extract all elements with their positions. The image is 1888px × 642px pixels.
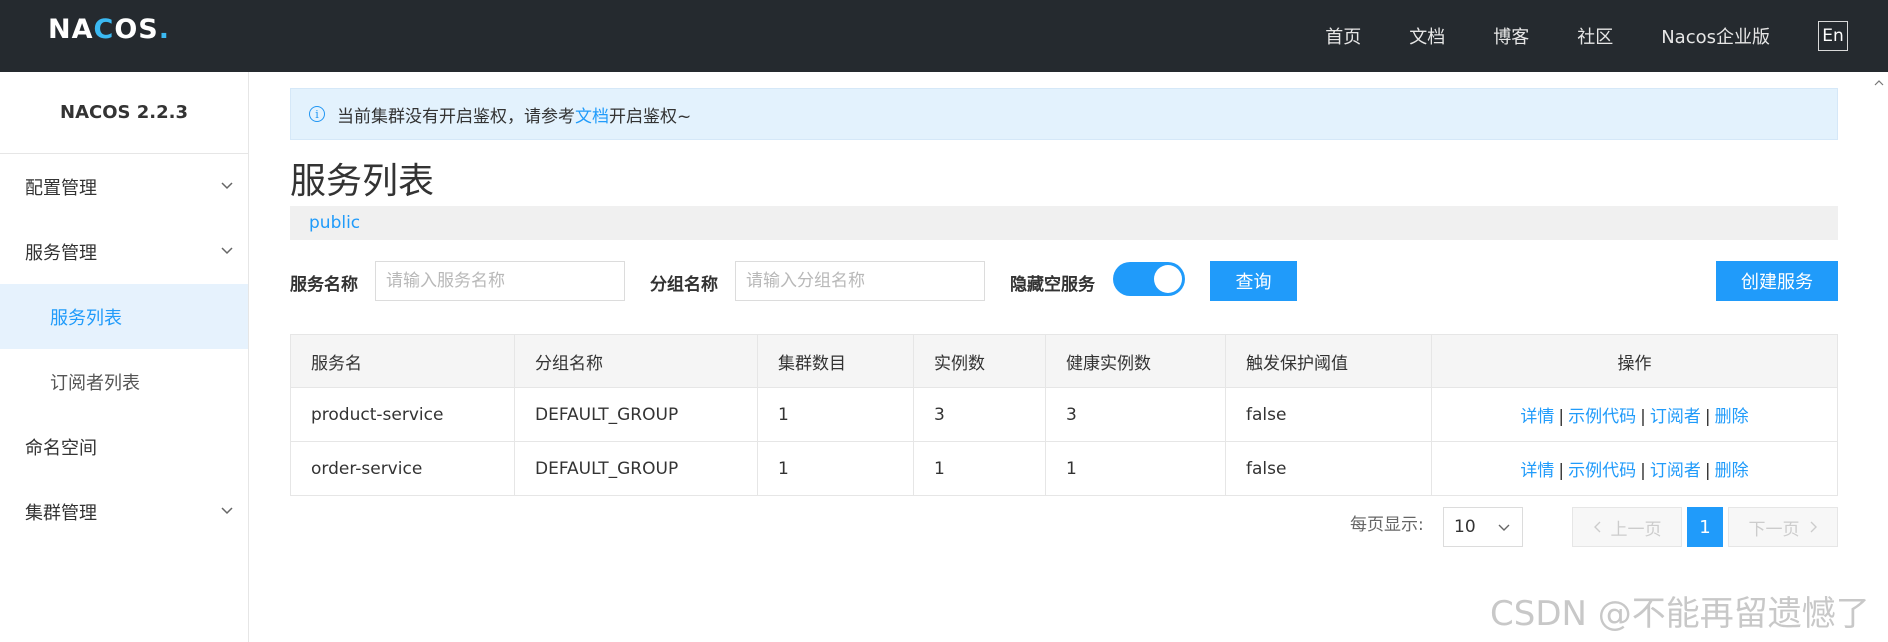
- nav-enterprise[interactable]: Nacos企业版: [1661, 23, 1770, 49]
- next-page-label: 下一页: [1748, 519, 1800, 540]
- details-link[interactable]: 详情: [1520, 407, 1554, 427]
- top-nav-menu: 首页 文档 博客 社区 Nacos企业版 En: [1325, 0, 1888, 72]
- cell-service-name: order-service: [290, 441, 515, 496]
- sidebar-item-label: 服务管理: [25, 242, 97, 264]
- per-page-select[interactable]: 10: [1443, 507, 1523, 547]
- delete-link[interactable]: 删除: [1715, 407, 1749, 427]
- sidebar-item-service-list[interactable]: 服务列表: [0, 284, 248, 349]
- sidebar-item-cluster-management[interactable]: 集群管理: [0, 479, 248, 544]
- cell-instance-count: 1: [913, 441, 1046, 496]
- col-protect-threshold: 触发保护阈值: [1225, 334, 1432, 388]
- subscribers-link[interactable]: 订阅者: [1650, 407, 1701, 427]
- cell-operations: 详情 | 示例代码 | 订阅者 | 删除: [1431, 387, 1838, 442]
- sidebar-item-service-management[interactable]: 服务管理: [0, 219, 248, 284]
- namespace-public[interactable]: public: [309, 213, 360, 233]
- prev-page-button[interactable]: 上一页: [1572, 507, 1682, 547]
- nacos-version: NACOS 2.2.3: [0, 72, 248, 154]
- cell-cluster-count: 1: [757, 387, 914, 442]
- cell-healthy-count: 1: [1045, 441, 1226, 496]
- scroll-up-arrow-icon[interactable]: [1874, 78, 1884, 88]
- cell-protect-threshold: false: [1225, 441, 1432, 496]
- sample-code-link[interactable]: 示例代码: [1568, 461, 1636, 481]
- group-name-label: 分组名称: [650, 275, 718, 295]
- cell-group-name: DEFAULT_GROUP: [514, 441, 758, 496]
- sidebar-item-label: 命名空间: [25, 437, 97, 459]
- sidebar-item-namespace[interactable]: 命名空间: [0, 414, 248, 479]
- notice-text-suffix: 开启鉴权~: [609, 106, 692, 127]
- sidebar: NACOS 2.2.3 配置管理 服务管理 服务列表 订阅者列表 命名空间 集群…: [0, 72, 249, 642]
- service-name-label: 服务名称: [290, 275, 358, 295]
- sidebar-item-config-management[interactable]: 配置管理: [0, 154, 248, 219]
- chevron-left-icon: [1593, 521, 1600, 533]
- sidebar-item-label: 订阅者列表: [50, 372, 140, 394]
- filter-bar: 服务名称 分组名称 隐藏空服务 查询 创建服务: [290, 260, 1838, 302]
- cell-service-name: product-service: [290, 387, 515, 442]
- nav-docs[interactable]: 文档: [1409, 23, 1445, 49]
- col-instance-count: 实例数: [913, 334, 1046, 388]
- nav-community[interactable]: 社区: [1577, 23, 1613, 49]
- col-operations: 操作: [1431, 334, 1838, 388]
- table-row: order-service DEFAULT_GROUP 1 1 1 false …: [290, 441, 1838, 496]
- query-button[interactable]: 查询: [1210, 261, 1297, 301]
- cell-operations: 详情 | 示例代码 | 订阅者 | 删除: [1431, 441, 1838, 496]
- top-navbar: NACOS. 首页 文档 博客 社区 Nacos企业版 En: [0, 0, 1888, 72]
- cell-group-name: DEFAULT_GROUP: [514, 387, 758, 442]
- chevron-down-icon: [221, 247, 233, 255]
- col-group-name: 分组名称: [514, 334, 758, 388]
- sidebar-item-label: 服务列表: [50, 307, 122, 329]
- chevron-down-icon: [221, 507, 233, 515]
- col-service-name: 服务名: [290, 334, 515, 388]
- language-switch-button[interactable]: En: [1818, 21, 1848, 51]
- nav-home[interactable]: 首页: [1325, 23, 1361, 49]
- sidebar-item-label: 集群管理: [25, 502, 97, 524]
- table-header-row: 服务名 分组名称 集群数目 实例数 健康实例数 触发保护阈值 操作: [290, 334, 1838, 388]
- notice-text-prefix: 当前集群没有开启鉴权，请参考: [337, 106, 575, 127]
- toggle-knob: [1154, 265, 1182, 293]
- page-title: 服务列表: [290, 161, 435, 202]
- cell-healthy-count: 3: [1045, 387, 1226, 442]
- sidebar-item-subscriber-list[interactable]: 订阅者列表: [0, 349, 248, 414]
- col-cluster-count: 集群数目: [757, 334, 914, 388]
- csdn-watermark: CSDN @不能再留遗憾了: [1490, 594, 1870, 634]
- service-table: 服务名 分组名称 集群数目 实例数 健康实例数 触发保护阈值 操作 produc…: [290, 334, 1838, 496]
- hide-empty-services-toggle[interactable]: [1113, 262, 1185, 296]
- notice-docs-link[interactable]: 文档: [575, 102, 609, 127]
- per-page-value: 10: [1454, 517, 1476, 537]
- chevron-right-icon: [1810, 521, 1817, 533]
- cell-cluster-count: 1: [757, 441, 914, 496]
- chevron-down-icon: [221, 182, 233, 190]
- nav-blog[interactable]: 博客: [1493, 23, 1529, 49]
- group-name-input[interactable]: [735, 261, 985, 301]
- col-healthy-instance-count: 健康实例数: [1045, 334, 1226, 388]
- chevron-down-icon: [1498, 524, 1510, 531]
- delete-link[interactable]: 删除: [1715, 461, 1749, 481]
- page-1-button[interactable]: 1: [1687, 507, 1723, 547]
- table-row: product-service DEFAULT_GROUP 1 3 3 fals…: [290, 387, 1838, 442]
- sidebar-item-label: 配置管理: [25, 177, 97, 199]
- create-service-button[interactable]: 创建服务: [1716, 261, 1838, 301]
- sample-code-link[interactable]: 示例代码: [1568, 407, 1636, 427]
- service-name-input[interactable]: [375, 261, 625, 301]
- cell-protect-threshold: false: [1225, 387, 1432, 442]
- next-page-button[interactable]: 下一页: [1728, 507, 1838, 547]
- prev-page-label: 上一页: [1610, 519, 1662, 540]
- per-page-label: 每页显示:: [1350, 515, 1424, 535]
- subscribers-link[interactable]: 订阅者: [1650, 461, 1701, 481]
- hide-empty-services-label: 隐藏空服务: [1010, 275, 1095, 295]
- nacos-logo[interactable]: NACOS.: [48, 14, 170, 45]
- cell-instance-count: 3: [913, 387, 1046, 442]
- info-icon: i: [309, 106, 325, 122]
- namespace-bar: public: [290, 206, 1838, 240]
- auth-notice-banner: i 当前集群没有开启鉴权，请参考 文档 开启鉴权~: [290, 88, 1838, 140]
- details-link[interactable]: 详情: [1520, 461, 1554, 481]
